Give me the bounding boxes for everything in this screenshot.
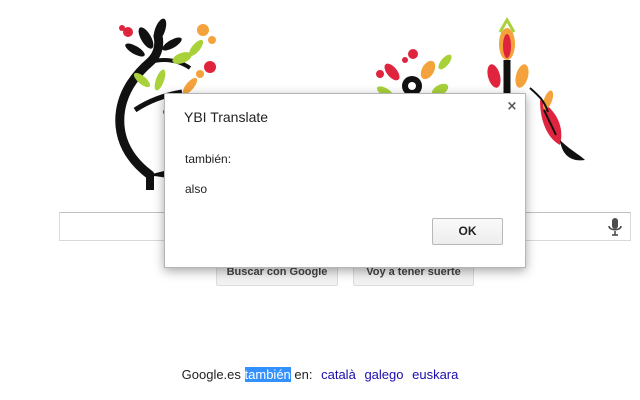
selected-word[interactable]: también [244, 367, 291, 382]
language-offer-suffix: en: [294, 367, 313, 382]
language-offer-prefix: Google.es [181, 367, 241, 382]
dialog-title: YBI Translate [184, 109, 269, 125]
close-icon[interactable]: × [505, 100, 519, 114]
translation-text: also [185, 182, 208, 196]
language-offer: Google.es también en: català galego eusk… [0, 367, 640, 382]
language-link-galego[interactable]: galego [364, 367, 403, 382]
language-link-euskara[interactable]: euskara [412, 367, 458, 382]
microphone-icon[interactable] [605, 216, 625, 238]
language-link-catala[interactable]: català [321, 367, 356, 382]
ok-button[interactable]: OK [432, 218, 503, 245]
translate-dialog: YBI Translate × también: also OK [164, 93, 526, 268]
source-word: también: [185, 152, 232, 166]
